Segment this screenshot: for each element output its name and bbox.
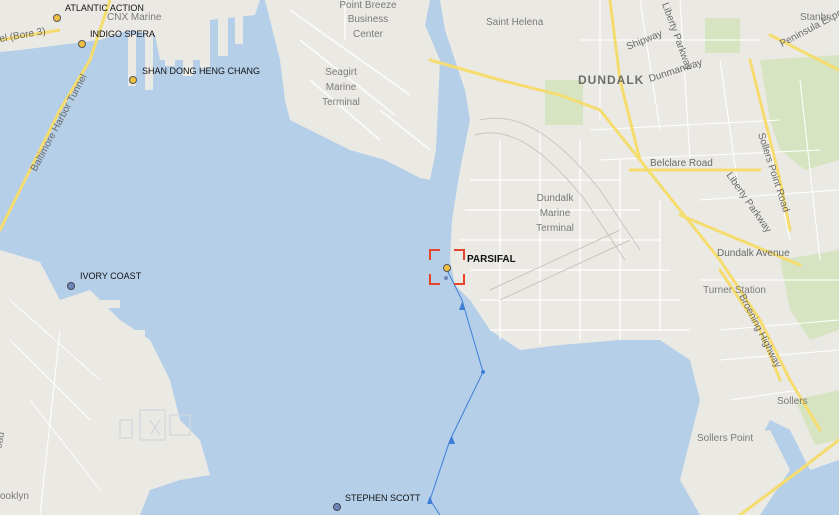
indigo-spera-marker[interactable]	[78, 40, 86, 48]
label-dundalk-avenue: Dundalk Avenue	[717, 248, 790, 259]
shan-dong-marker[interactable]	[129, 76, 137, 84]
vessel-tracking-map[interactable]: Point Breeze Business Center Seagirt Mar…	[0, 0, 839, 515]
label-saint-helena: Saint Helena	[486, 17, 544, 28]
parsifal-stern-marker	[444, 276, 448, 280]
label-dundalk: DUNDALK	[578, 73, 644, 87]
label-turner-station: Turner Station	[703, 285, 766, 296]
label-point-breeze-3: Center	[353, 29, 384, 40]
label-shan-dong[interactable]: SHAN DONG HENG CHANG	[142, 66, 260, 76]
parsifal-marker[interactable]	[443, 264, 451, 272]
label-dundalk-marine-2: Marine	[540, 208, 571, 219]
label-seagirt-1: Seagirt	[325, 67, 357, 78]
label-atlantic-action[interactable]: ATLANTIC ACTION	[65, 3, 144, 13]
label-parsifal[interactable]: PARSIFAL	[467, 254, 516, 265]
label-cnx-marine: CNX Marine	[107, 12, 162, 23]
label-seagirt-2: Marine	[326, 82, 357, 93]
label-sollers-point: Sollers Point	[697, 433, 753, 444]
label-indigo-spera[interactable]: INDIGO SPERA	[90, 29, 155, 39]
label-belclare-road: Belclare Road	[650, 158, 713, 169]
label-dundalk-marine-3: Terminal	[536, 223, 574, 234]
label-stephen-scott[interactable]: STEPHEN SCOTT	[345, 493, 421, 503]
label-seagirt-3: Terminal	[322, 97, 360, 108]
label-brooklyn: ooklyn	[0, 491, 29, 502]
atlantic-action-marker[interactable]	[53, 14, 61, 22]
label-dundalk-marine-1: Dundalk	[537, 193, 575, 204]
label-sollers: Sollers	[777, 396, 808, 407]
stephen-scott-marker[interactable]	[333, 503, 341, 511]
label-ivory-coast[interactable]: IVORY COAST	[80, 271, 142, 281]
track-point	[481, 370, 485, 374]
ivory-coast-marker[interactable]	[67, 282, 75, 290]
label-point-breeze-2: Business	[348, 14, 389, 25]
label-point-breeze-1: Point Breeze	[339, 0, 397, 11]
